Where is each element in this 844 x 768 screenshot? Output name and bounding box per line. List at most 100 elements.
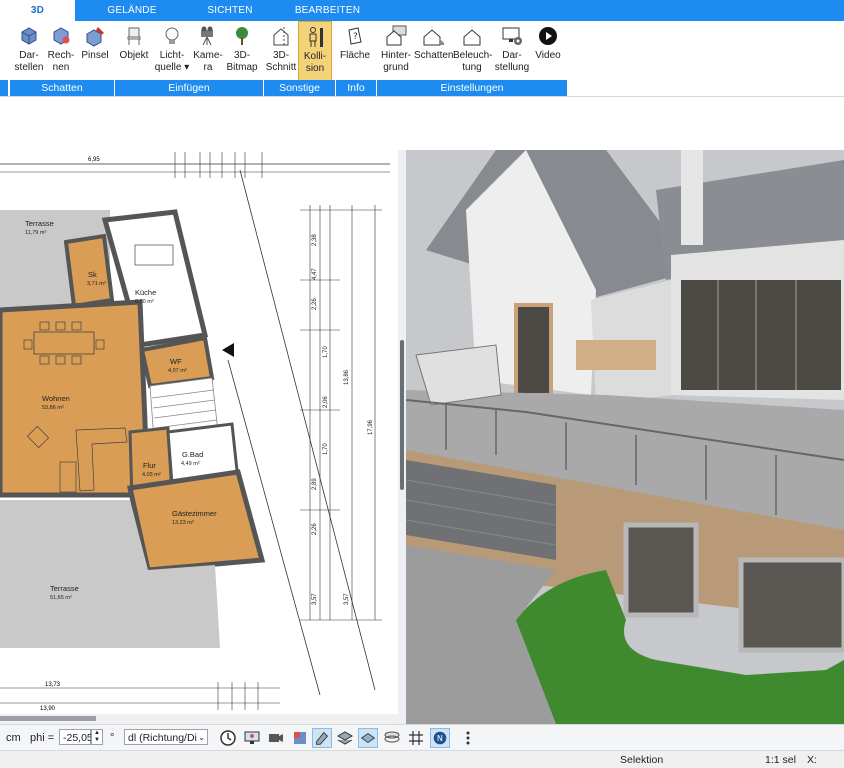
phi-spinner[interactable]: ▲ ▼ [91,729,103,745]
video-label: Video [535,50,561,61]
flaeche-button[interactable]: ? Fläche [337,21,373,81]
bitmap3d-button[interactable]: 3D- Bitmap [224,21,260,81]
schnitt3d-label-2: Schnitt [265,62,297,73]
ribbon-divider [0,96,844,97]
darstellen-label-2: stellen [14,62,44,73]
schatten-settings-button[interactable]: Schatten [414,21,454,81]
camera-icon [201,26,213,46]
bitmap3d-label-2: Bitmap [226,62,258,73]
ribbon-group-einfuegen: Einfügen [114,80,263,96]
room-wohnen-area: 53,86 m² [42,405,64,411]
status-x: X: [807,754,817,766]
room-terrasse-bottom: Terrasse [50,584,79,593]
room-kueche-area: 0,00 m² [135,299,154,305]
house-light-icon [463,29,481,46]
beleuchtung-button[interactable]: Beleuch-tung [453,21,493,81]
kamera-button[interactable]: Kame-ra [193,21,223,81]
rechnen-button[interactable]: Rech-nen [46,21,76,81]
edit-tool-icon[interactable] [312,728,332,748]
stack-icon[interactable] [382,728,402,748]
dim-right-3: 2,26 [312,298,318,310]
pinsel-label: Pinsel [81,50,109,61]
calc-cube-icon [53,27,70,45]
hintergrund-button[interactable]: Hinter-grund [378,21,414,81]
section-icon [273,27,289,46]
lichtquelle-label-1: Licht- [159,50,185,61]
room-wf: WF [170,357,182,366]
dim-right-12: 17,96 [368,419,374,435]
kollision-label-2: sion [305,63,325,74]
tab-gelaende[interactable]: GELÄNDE [87,0,177,21]
dim-bottom-1: 13,73 [45,682,61,688]
schnitt3d-button[interactable]: 3D- Schnitt [264,21,298,81]
tab-bearbeiten[interactable]: BEARBEITEN [285,0,370,21]
beleuchtung-label-2: tung [462,62,482,73]
room-kueche: Küche [135,288,156,297]
degree-label: ° [110,732,115,744]
dim-right-5: 2,06 [323,396,329,408]
video-button[interactable]: Video [533,21,563,81]
hintergrund-label-2: grund [383,62,409,73]
tab-3d[interactable]: 3D [0,0,75,21]
grid-icon[interactable] [406,728,426,748]
bottom-toolbar: cm phi = -25,05 ▲ ▼ ° dl (Richtung/Di ⌄ N [0,724,844,751]
kollision-button[interactable]: Kolli-sion [298,21,332,81]
plan-horizontal-scrollbar[interactable] [0,714,398,724]
3d-view[interactable] [406,150,844,724]
schnitt3d-label-1: 3D- [272,50,290,61]
ribbon-group-einstellungen: Einstellungen [376,80,567,96]
view-splitter[interactable] [398,150,406,724]
status-mode: Selektion [620,754,664,766]
darstellung-label-2: stellung [494,62,530,73]
room-gbad: G.Bad [182,450,203,459]
clock-icon[interactable] [218,728,238,748]
dim-right-9: 3,57 [312,593,318,605]
plan-scroll-thumb[interactable] [0,716,96,721]
floor-plan-view[interactable]: 6,95 2,38 4,47 2,26 1,70 2,06 1,70 2,89 … [0,150,398,714]
room-flur: Flur [143,461,156,470]
dl-dropdown[interactable]: dl (Richtung/Di ⌄ [124,729,208,745]
darstellen-button[interactable]: Dar-stellen [12,21,46,81]
dim-right-10: 3,57 [344,593,350,605]
darstellung-button[interactable]: Dar-stellung [493,21,531,81]
ribbon-group-info: Info [335,80,376,96]
surface-icon[interactable] [358,728,378,748]
status-scale: 1:1 sel [765,754,796,766]
kamera-label-2: ra [203,62,213,73]
room-sk-area: 3,71 m² [87,281,106,287]
area-info-icon: ? [348,27,362,45]
dl-dropdown-value: dl (Richtung/Di [128,732,197,744]
room-sk: Sk [88,270,97,279]
kollision-label-1: Kolli- [303,51,327,62]
room-terrasse-top-area: 11,79 m² [25,230,46,236]
room-terrasse-bottom-area: 51,65 m² [50,595,72,601]
splitter-grip[interactable] [400,340,404,490]
more-options-icon[interactable] [458,728,478,748]
north-icon[interactable]: N [430,728,450,748]
ribbon-group-schatten: Schatten [9,80,114,96]
dim-right-7: 2,89 [312,478,318,490]
dim-right-8: 2,26 [312,523,318,535]
phi-label: phi = [30,732,55,744]
room-wf-area: 4,07 m² [168,368,187,374]
pinsel-button[interactable]: Pinsel [78,21,112,81]
objekt-button[interactable]: Objekt [118,21,150,81]
layers-icon[interactable] [335,728,355,748]
house-shadow-icon [423,29,444,46]
camera-view-icon[interactable] [266,728,286,748]
beleuchtung-label-1: Beleuch- [453,50,493,61]
material-icon[interactable] [290,728,310,748]
dim-bottom-2: 13,90 [40,706,56,712]
unit-label: cm [6,732,21,744]
schatten-settings-label: Schatten [414,50,454,61]
bitmap3d-label-1: 3D- [233,50,251,61]
lichtquelle-button[interactable]: Licht-quelle ▾ [152,21,192,81]
dim-right-1: 2,38 [312,234,318,246]
room-gbad-area: 4,49 m² [181,461,200,467]
monitor-icon[interactable] [242,728,262,748]
floor-plan-drawing: 6,95 2,38 4,47 2,26 1,70 2,06 1,70 2,89 … [0,152,390,712]
phi-input[interactable]: -25,05 [59,729,93,745]
tab-sichten[interactable]: SICHTEN [190,0,270,21]
darstellen-label-1: Dar- [19,50,39,61]
chair-icon [127,27,141,45]
